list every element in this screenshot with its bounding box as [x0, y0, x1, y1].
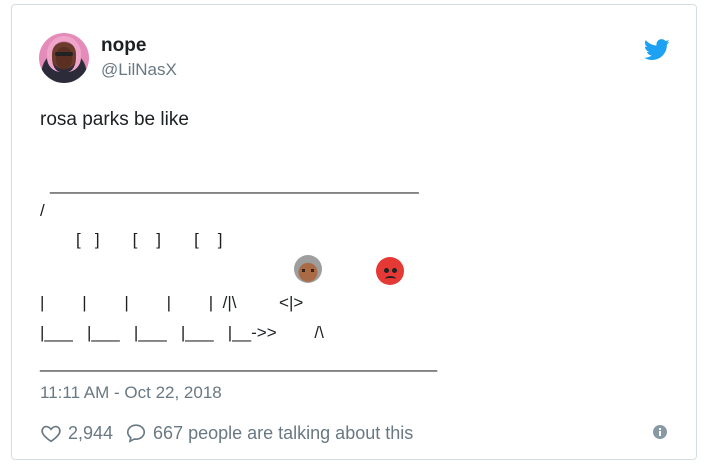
art-bars: | | | | | /|\ <|> — [40, 293, 304, 312]
like-count[interactable]: 2,944 — [68, 423, 113, 444]
tweet-actions: 2,944 667 people are talking about this — [40, 421, 413, 445]
angry-face-emoji — [376, 257, 404, 285]
ascii-art: _______________________________________ … — [40, 5, 560, 385]
reply-bubble-icon[interactable] — [125, 422, 147, 444]
info-icon[interactable] — [652, 424, 668, 440]
art-slash: / — [40, 201, 45, 220]
heart-icon[interactable] — [40, 422, 62, 444]
art-line-top: _______________________________________ — [50, 175, 419, 194]
timestamp-link[interactable]: 11:11 AM - Oct 22, 2018 — [40, 383, 222, 403]
older-woman-emoji — [294, 255, 322, 283]
art-bottom: |___ |___ |___ |___ |__->> /\ — [40, 323, 324, 342]
art-underline: ________________________________________… — [40, 353, 438, 372]
tweet-card: nope @LilNasX rosa parks be like _______… — [11, 4, 697, 460]
replies-text[interactable]: 667 people are talking about this — [153, 423, 413, 444]
art-windows: [ ] [ ] [ ] — [76, 230, 223, 249]
twitter-bird-icon[interactable] — [644, 39, 670, 61]
